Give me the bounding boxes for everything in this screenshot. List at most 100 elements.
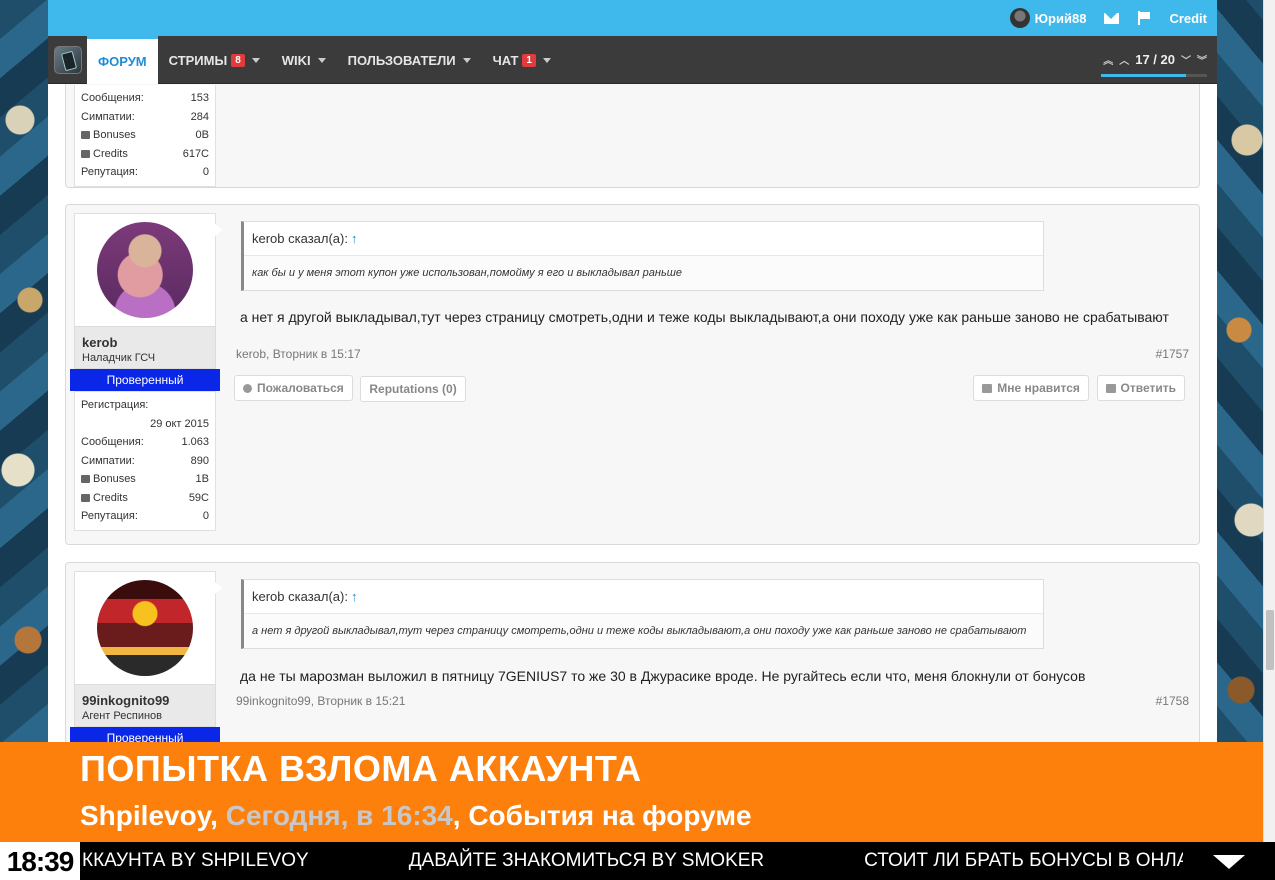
username: Юрий88 [1034, 10, 1087, 26]
page-progress-bar [1101, 74, 1207, 77]
mail-icon[interactable] [1104, 12, 1120, 24]
stat-label: Симпатии: [81, 454, 135, 467]
gift-icon [81, 475, 90, 484]
stat-label: Репутация: [81, 166, 138, 178]
scrollbar-thumb[interactable] [1266, 610, 1274, 670]
avatar[interactable] [97, 580, 193, 676]
user-title: Наладчик ГСЧ [82, 352, 156, 364]
post-username[interactable]: 99inkognito99 [82, 693, 208, 708]
notification-time: Сегодня, в 16:34 [225, 800, 453, 831]
nav-wiki[interactable]: WIKI [271, 36, 337, 84]
message-body: kerob сказал(а): ↑ а нет я другой выклады… [234, 579, 1189, 708]
reputations-label: Reputations (0) [369, 381, 457, 396]
meta-author-link[interactable]: 99inkognito99 [236, 694, 311, 708]
ticker-item[interactable]: ДАВАЙТЕ ЗНАКОМИТЬСЯ BY SMOKER [409, 850, 764, 872]
nav-wiki-label: WIKI [281, 52, 311, 68]
stat-value: 29 окт 2015 [150, 417, 209, 430]
stat-value: 0B [195, 129, 209, 141]
money-icon [81, 493, 90, 502]
notification-author: Shpilevoy, [80, 800, 218, 831]
stat-row: Сообщения: 153 [81, 89, 209, 108]
post-permalink[interactable]: #1757 [1156, 347, 1189, 361]
reputations-button[interactable]: Reputations (0) [360, 375, 466, 402]
meta-date-link[interactable]: , Вторник в 15:21 [311, 694, 406, 708]
notification-section: , События на форуме [452, 800, 752, 831]
post-1757: kerob Наладчик ГСЧ Проверенный Регистрац… [65, 204, 1200, 545]
page-navigator[interactable]: ︽ ︿ 17 / 20 ﹀ ︾ [1103, 52, 1207, 67]
warning-icon [243, 383, 252, 393]
stat-row: Репутация: 0 [81, 507, 209, 526]
avatar-frame [74, 571, 223, 684]
quote-header: kerob сказал(а): ↑ [244, 222, 1043, 256]
meta-date-link[interactable]: , Вторник в 15:17 [266, 347, 361, 361]
user-title: Агент Респинов [82, 710, 163, 722]
report-label: Пожаловаться [257, 381, 344, 395]
user-menu[interactable]: Юрий88 [1009, 8, 1087, 28]
notification-subtitle: Shpilevoy, Сегодня, в 16:34, События на … [80, 800, 752, 832]
stat-label: Bonuses [93, 473, 136, 485]
report-button[interactable]: Пожаловаться [234, 375, 353, 401]
nav-users-label: ПОЛЬЗОВАТЕЛИ [347, 52, 456, 68]
page-scrollbar[interactable] [1263, 0, 1275, 842]
ticker-item[interactable]: ККАУНТА BY SHPILEVOY [82, 850, 309, 872]
chevron-down-icon [542, 57, 551, 63]
nav-chat-label: ЧАТ [492, 52, 519, 68]
stat-value: 0 [202, 510, 209, 522]
site-logo[interactable] [54, 46, 82, 74]
page-indicator[interactable]: 17 / 20 [1135, 52, 1175, 67]
stat-value: 617C [182, 147, 209, 160]
notification-banner[interactable]: ПОПЫТКА ВЗЛОМА АККАУНТА Shpilevoy, Сегод… [0, 742, 1263, 842]
credit-link[interactable]: Credit [1169, 11, 1207, 26]
nav-streams[interactable]: СТРИМЫ 8 [158, 36, 271, 84]
post-permalink[interactable]: #1758 [1156, 694, 1189, 708]
news-ticker: ККАУНТА BY SHPILEVOY ДАВАЙТЕ ЗНАКОМИТЬСЯ… [0, 842, 1275, 880]
stat-value: 284 [190, 110, 209, 123]
message-meta: kerob, Вторник в 15:17 #1757 [234, 347, 1189, 361]
ticker-items: ККАУНТА BY SHPILEVOY ДАВАЙТЕ ЗНАКОМИТЬСЯ… [82, 842, 1271, 880]
stat-row: Симпатии: 890 [81, 452, 209, 471]
message-actions: Пожаловаться Reputations (0) Мне нравитс… [234, 375, 1189, 402]
message-user-info: 99inkognito99 Агент Респинов Проверенный [70, 571, 223, 742]
meta-author-link[interactable]: kerob [236, 347, 266, 361]
post-username[interactable]: kerob [82, 335, 208, 350]
arrow-up-icon[interactable]: ↑ [351, 231, 358, 246]
stat-label: Bonuses [93, 129, 136, 141]
stat-label: Сообщения: [81, 436, 144, 448]
reply-button[interactable]: Ответить [1096, 375, 1185, 401]
stat-row: Credits 617C [81, 145, 209, 164]
arrow-up-icon[interactable]: ↑ [351, 589, 358, 604]
stat-value: 0 [202, 166, 209, 178]
streams-count-badge: 8 [231, 53, 245, 67]
stat-row: Bonuses 0B [81, 126, 209, 145]
double-chevron-down-icon[interactable]: ︾ [1197, 52, 1207, 67]
like-button[interactable]: Мне нравится [973, 375, 1089, 401]
user-stats: Сообщения: 153 Симпатии: 284 Bonuses 0B Cre… [74, 85, 216, 187]
collapse-triangle-icon[interactable] [1183, 842, 1275, 880]
flag-icon[interactable] [1137, 11, 1151, 25]
nav-users[interactable]: ПОЛЬЗОВАТЕЛИ [337, 36, 482, 84]
money-icon [81, 149, 90, 158]
verified-badge: Проверенный [70, 369, 220, 391]
username-box: 99inkognito99 Агент Респинов [74, 684, 216, 727]
stat-value: 59C [188, 491, 209, 504]
stat-label: Сообщения: [81, 92, 144, 104]
avatar[interactable] [97, 222, 193, 318]
stat-value: 153 [190, 92, 209, 104]
quote-author: kerob сказал(а): [252, 231, 348, 246]
chevron-up-icon[interactable]: ︿ [1119, 52, 1129, 67]
double-chevron-up-icon[interactable]: ︽ [1103, 52, 1113, 67]
stat-row: Репутация: 0 [81, 163, 209, 182]
stat-label: Credits [93, 147, 128, 160]
chevron-down-icon [251, 57, 260, 63]
message-body: kerob сказал(а): ↑ как бы и у меня этот к… [234, 221, 1189, 402]
nav-forum[interactable]: ФОРУМ [87, 36, 158, 84]
stat-label: Credits [93, 491, 128, 504]
chevron-down-icon[interactable]: ﹀ [1181, 52, 1191, 67]
stat-row: Bonuses 1B [81, 470, 209, 489]
quote-block: kerob сказал(а): ↑ как бы и у меня этот к… [241, 221, 1044, 291]
chat-count-badge: 1 [522, 53, 536, 67]
clock: 18:39 [0, 842, 80, 880]
nav-chat[interactable]: ЧАТ 1 [482, 36, 562, 84]
stat-value: 1.063 [181, 436, 209, 448]
stat-value: 890 [190, 454, 209, 467]
